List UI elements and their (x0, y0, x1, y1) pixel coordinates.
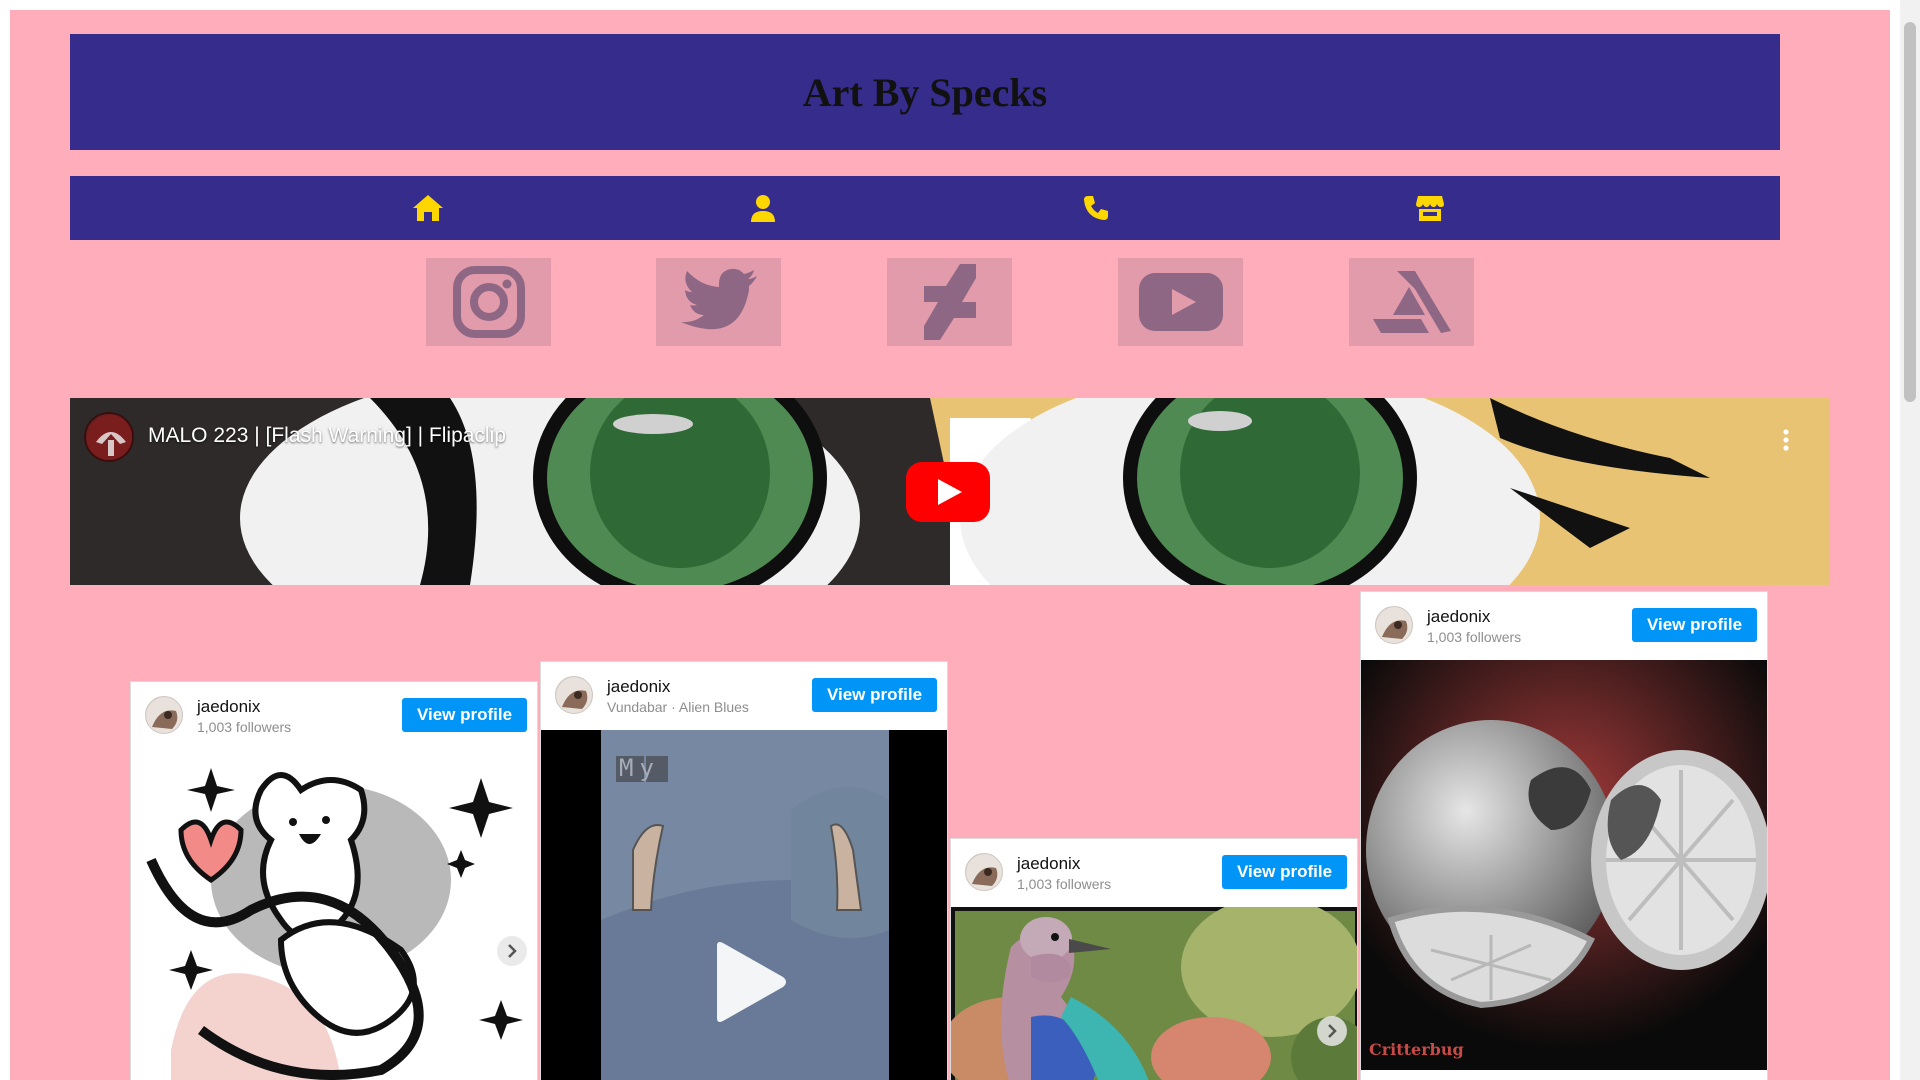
avatar[interactable] (1375, 606, 1413, 644)
nav-shop[interactable] (1410, 188, 1450, 228)
card-header: jaedonix 1,003 followers View profile (951, 839, 1357, 907)
card-followers: 1,003 followers (197, 719, 292, 735)
view-profile-button[interactable]: View profile (1632, 608, 1757, 642)
instagram-embed-card[interactable]: jaedonix Vundabar · Alien Blues View pro… (540, 661, 948, 1080)
card-followers: 1,003 followers (1017, 876, 1112, 892)
site-header: Art By Specks (70, 34, 1780, 150)
video-overlay-text: My (619, 754, 660, 782)
avatar[interactable] (965, 853, 1003, 891)
post-image[interactable] (131, 750, 537, 1080)
play-button-icon[interactable] (906, 462, 990, 522)
channel-avatar[interactable] (84, 412, 134, 462)
post-image[interactable] (951, 907, 1357, 1080)
view-profile-button[interactable]: View profile (1222, 855, 1347, 889)
youtube-embed[interactable]: MALO 223 | [Flash Warning] | Flipaclip (70, 398, 1830, 585)
social-twitter[interactable] (656, 258, 781, 346)
social-instagram[interactable] (426, 258, 551, 346)
card-username[interactable]: jaedonix (1427, 607, 1490, 627)
post-video[interactable]: My (541, 730, 947, 1080)
scrollbar-thumb[interactable] (1904, 22, 1916, 402)
page-background: Art By Specks MALO 223 | [Flash Warning]… (10, 10, 1890, 1080)
card-username[interactable]: jaedonix (197, 697, 260, 717)
nav-about[interactable] (743, 188, 783, 228)
post-image[interactable]: Critterbug (1361, 660, 1767, 1070)
deviantart-icon (923, 264, 976, 340)
card-audio-label: Vundabar · Alien Blues (607, 699, 749, 715)
view-profile-button[interactable]: View profile (812, 678, 937, 712)
card-username[interactable]: jaedonix (1017, 854, 1080, 874)
chevron-right-icon (1328, 1024, 1337, 1038)
nav-contact[interactable] (1076, 188, 1116, 228)
phone-icon (1084, 196, 1108, 220)
card-followers: 1,003 followers (1427, 629, 1522, 645)
video-title[interactable]: MALO 223 | [Flash Warning] | Flipaclip (148, 424, 506, 448)
artist-watermark: Critterbug (1369, 1040, 1464, 1059)
card-header: jaedonix 1,003 followers View profile (1361, 592, 1767, 660)
more-vert-icon[interactable] (1782, 428, 1790, 452)
main-nav (70, 176, 1780, 240)
instagram-embed-card[interactable]: jaedonix 1,003 followers View profile (130, 681, 538, 1080)
card-username[interactable]: jaedonix (607, 677, 670, 697)
instagram-embed-card[interactable]: jaedonix 1,003 followers View profile (950, 838, 1358, 1080)
instagram-icon (452, 266, 525, 338)
social-deviantart[interactable] (887, 258, 1012, 346)
view-profile-button[interactable]: View profile (402, 698, 527, 732)
store-icon (1416, 196, 1444, 221)
user-icon (751, 195, 775, 222)
instagram-embed-card[interactable]: jaedonix 1,003 followers View profile (1360, 591, 1768, 1080)
social-youtube[interactable] (1118, 258, 1243, 346)
artstation-icon (1372, 271, 1451, 333)
page-scrollbar[interactable] (1900, 0, 1920, 1080)
carousel-next-button[interactable] (497, 936, 527, 966)
chevron-right-icon (508, 944, 517, 958)
play-icon[interactable] (709, 940, 789, 1024)
site-title: Art By Specks (802, 69, 1048, 115)
avatar[interactable] (145, 696, 183, 734)
avatar[interactable] (555, 676, 593, 714)
twitter-icon (680, 268, 757, 330)
card-header: jaedonix 1,003 followers View profile (131, 682, 537, 750)
carousel-next-button[interactable] (1317, 1016, 1347, 1046)
youtube-icon (1138, 273, 1223, 331)
home-icon (413, 195, 443, 221)
nav-home[interactable] (408, 188, 448, 228)
social-artstation[interactable] (1349, 258, 1474, 346)
card-header: jaedonix Vundabar · Alien Blues View pro… (541, 662, 947, 730)
